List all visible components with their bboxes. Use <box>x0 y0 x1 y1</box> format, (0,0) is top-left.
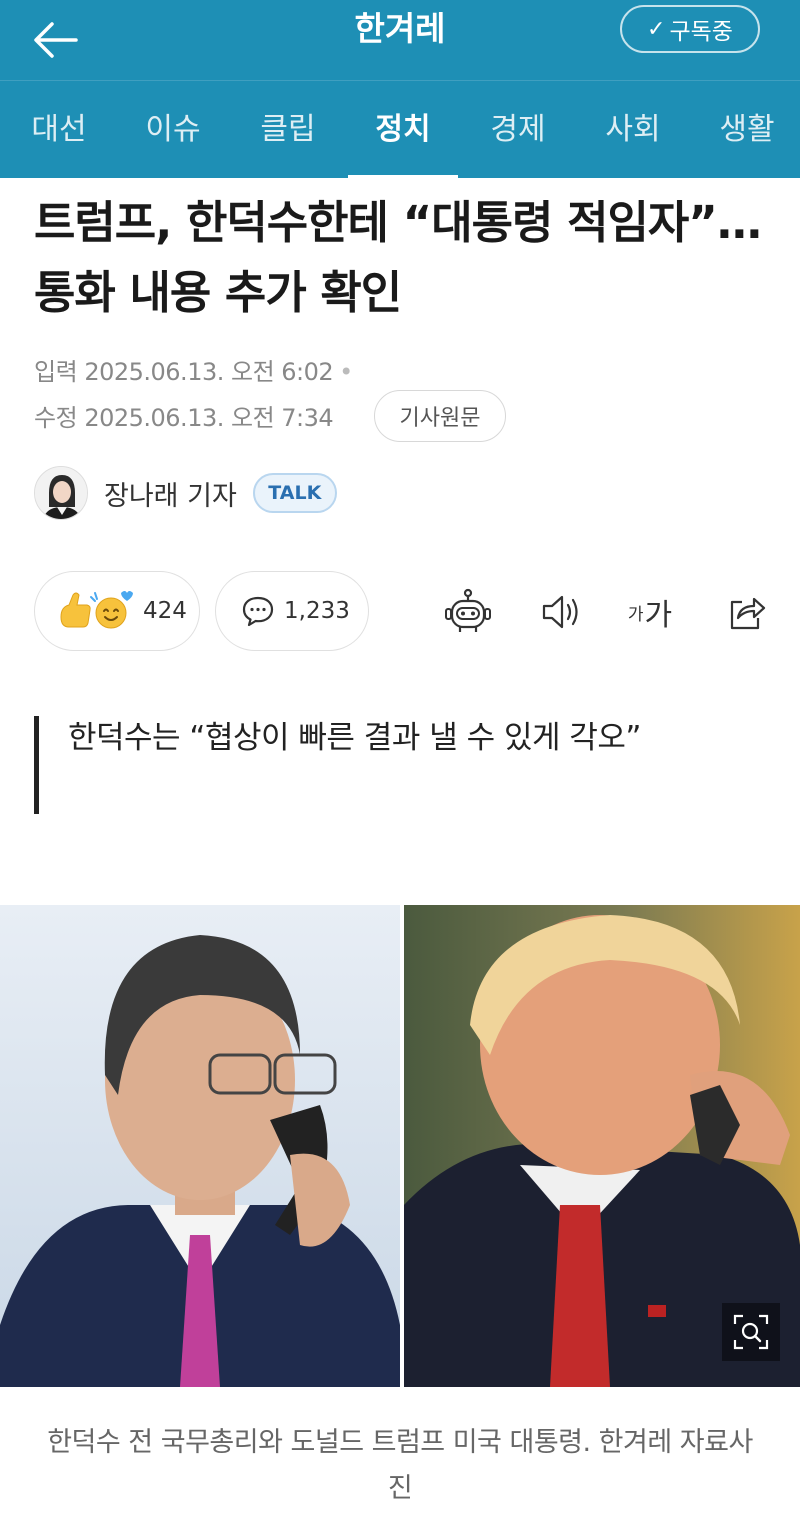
avatar[interactable] <box>34 466 88 520</box>
category-nav: 대선 이슈 클립 정치 경제 사회 생활 <box>0 80 800 179</box>
summary-button[interactable] <box>438 582 498 642</box>
input-date-line: 입력 2025.06.13. 오전 6:02 • <box>34 352 353 387</box>
tab-society[interactable]: 사회 <box>578 81 688 179</box>
subscribe-button[interactable]: ✓ 구독중 <box>620 5 760 53</box>
separator-dot: • <box>339 358 353 386</box>
share-button[interactable] <box>716 582 776 642</box>
tab-clip[interactable]: 클립 <box>233 81 343 179</box>
tab-politics[interactable]: 정치 <box>348 81 458 179</box>
quote-bar <box>34 716 39 814</box>
font-size-small: 가 <box>627 604 644 625</box>
tab-economy[interactable]: 경제 <box>463 81 573 179</box>
font-size-button[interactable]: 가가 <box>620 582 680 642</box>
zoom-icon <box>733 1314 769 1350</box>
reaction-emoji-icon <box>60 591 133 629</box>
font-size-large: 가 <box>644 598 673 633</box>
share-icon <box>730 597 766 630</box>
article-headline: 트럼프, 한덕수한테 “대통령 적임자”…통화 내용 추가 확인 <box>34 196 762 319</box>
input-date: 2025.06.13. 오전 6:02 <box>84 358 334 386</box>
comment-button[interactable]: 1,233 <box>215 571 369 651</box>
robot-summary-icon <box>445 588 491 632</box>
original-article-button[interactable]: 기사원문 <box>374 390 506 442</box>
talk-button[interactable]: TALK <box>252 473 337 513</box>
audio-button[interactable] <box>530 582 590 642</box>
reaction-button[interactable]: 424 <box>34 571 200 651</box>
tab-life[interactable]: 생활 <box>692 81 800 179</box>
author-row: 장나래 기자 TALK <box>34 465 337 521</box>
subscribe-label: 구독중 <box>669 19 733 45</box>
author-name[interactable]: 장나래 기자 <box>104 474 237 513</box>
pull-quote: 한덕수는 “협상이 빠른 결과 낼 수 있게 각오” <box>68 720 641 756</box>
input-label: 입력 <box>34 358 78 386</box>
zoom-button[interactable] <box>722 1303 780 1361</box>
reaction-count: 424 <box>143 598 187 624</box>
tab-issue[interactable]: 이슈 <box>118 81 228 179</box>
comment-bubble-icon <box>242 596 274 627</box>
photo-caption: 한덕수 전 국무총리와 도널드 트럼프 미국 대통령. 한겨레 자료사진 <box>47 1427 753 1504</box>
top-bar: 한겨레 ✓ 구독중 <box>0 0 800 80</box>
check-icon: ✓ <box>647 16 666 42</box>
speaker-icon <box>542 595 578 629</box>
tab-daeseon[interactable]: 대선 <box>4 81 114 179</box>
modified-label: 수정 <box>34 404 78 432</box>
comment-count: 1,233 <box>284 598 350 624</box>
modified-date: 2025.06.13. 오전 7:34 <box>84 404 334 432</box>
article-photo[interactable] <box>0 905 800 1387</box>
modified-date-line: 수정 2025.06.13. 오전 7:34 <box>34 398 334 433</box>
